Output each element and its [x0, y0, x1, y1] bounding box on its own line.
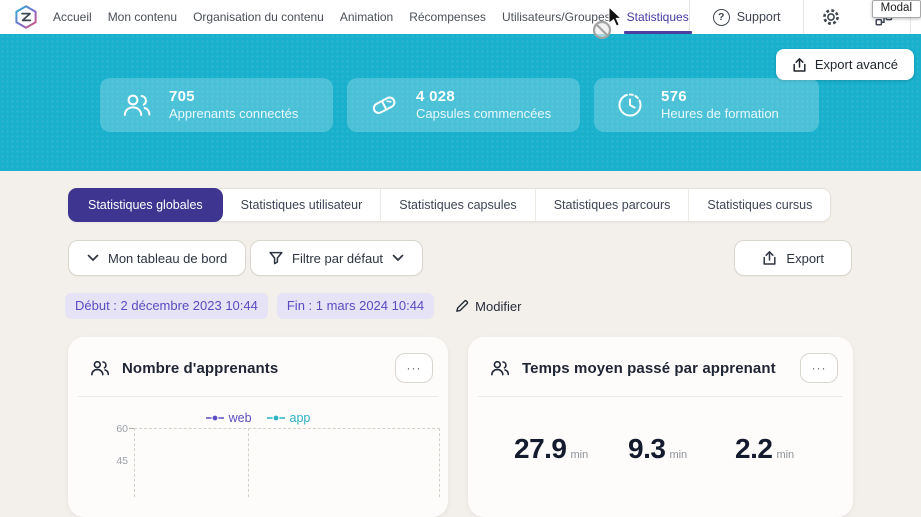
learners-chart-panel: Nombre d'apprenants ··· web a [68, 337, 448, 517]
filter-dropdown-button[interactable]: Filtre par défaut [250, 240, 423, 276]
modify-label: Modifier [475, 299, 521, 314]
divider [478, 396, 843, 397]
nav-item-organisation-du-contenu[interactable]: Organisation du contenu [193, 0, 324, 34]
export-advanced-button[interactable]: Export avancé [776, 49, 914, 80]
date-start-chip: Début : 2 décembre 2023 10:44 [65, 293, 268, 319]
stat-value: 9.3 [628, 433, 665, 465]
settings-button[interactable] [804, 7, 858, 27]
nav-item-label: Statistiques [627, 10, 689, 24]
gridline-vertical [439, 428, 440, 497]
learners-chart: web app 60 45 [68, 397, 448, 497]
kpi-value: 705 [169, 88, 298, 107]
stat-unit: min [571, 449, 589, 461]
kpi-text: 4 028 Capsules commencées [416, 88, 551, 123]
gridline-vertical [248, 428, 249, 497]
avg-time-stat: 9.3 min [628, 433, 687, 465]
dashboard-dropdown-label: Mon tableau de bord [108, 251, 227, 266]
kpi-learners-connected: 705 Apprenants connectés [100, 78, 333, 132]
kpi-training-hours: 576 Heures de formation [594, 78, 819, 132]
chevron-down-icon [87, 254, 99, 262]
panel-title: Nombre d'apprenants [122, 360, 278, 377]
top-navigation: Accueil Mon contenu Organisation du cont… [0, 0, 921, 34]
y-axis-tick-45: 45 [106, 455, 128, 467]
filter-dropdown-label: Filtre par défaut [292, 251, 383, 266]
gear-icon [821, 7, 841, 27]
tab-statistiques-parcours[interactable]: Statistiques parcours [535, 189, 689, 221]
kpi-text: 705 Apprenants connectés [169, 88, 298, 123]
kpi-row: 705 Apprenants connectés 4 028 Capsules … [100, 78, 819, 132]
app-logo[interactable] [13, 4, 39, 30]
panel-header: Temps moyen passé par apprenant ··· [468, 337, 853, 383]
modify-dates-button[interactable]: Modifier [455, 299, 521, 314]
nav-item-mon-contenu[interactable]: Mon contenu [108, 0, 177, 34]
avg-time-stat: 2.2 min [735, 433, 794, 465]
filter-icon [269, 251, 283, 265]
avg-time-values: 27.9 min 9.3 min 2.2 min [468, 433, 853, 493]
users-icon [88, 358, 112, 378]
gridline-horizontal [134, 428, 440, 429]
modal-tooltip: Modal [872, 0, 921, 18]
tab-statistiques-capsules[interactable]: Statistiques capsules [380, 189, 534, 221]
legend-item-app[interactable]: app [267, 411, 311, 425]
export-button[interactable]: Export [734, 240, 852, 276]
avg-time-panel: Temps moyen passé par apprenant ··· 27.9… [468, 337, 853, 517]
legend-label: web [229, 411, 252, 425]
tab-statistiques-utilisateur[interactable]: Statistiques utilisateur [223, 189, 381, 221]
kpi-value: 4 028 [416, 88, 551, 107]
legend-label: app [290, 411, 311, 425]
export-label: Export [786, 251, 824, 266]
clock-icon [615, 90, 645, 120]
nav-item-accueil[interactable]: Accueil [53, 0, 92, 34]
more-options-button[interactable]: ··· [800, 353, 838, 383]
share-icon [762, 250, 777, 266]
active-nav-indicator [624, 31, 692, 34]
statistics-tabbar: Statistiques globales Statistiques utili… [68, 188, 831, 222]
kpi-text: 576 Heures de formation [661, 88, 779, 123]
dashboard-dropdown-button[interactable]: Mon tableau de bord [68, 240, 246, 276]
nav-item-statistiques[interactable]: Statistiques [627, 0, 689, 34]
y-axis-tick-60: 60 [106, 423, 128, 435]
avg-time-stat: 27.9 min [514, 433, 588, 465]
tab-statistiques-cursus[interactable]: Statistiques cursus [688, 189, 830, 221]
kpi-capsules-started: 4 028 Capsules commencées [347, 78, 580, 132]
main-content: Statistiques globales Statistiques utili… [0, 171, 921, 461]
nav-item-recompenses[interactable]: Récompenses [409, 0, 486, 34]
stat-unit: min [776, 449, 794, 461]
y-axis-line [134, 428, 135, 497]
nav-item-animation[interactable]: Animation [340, 0, 393, 34]
panel-title: Temps moyen passé par apprenant [522, 360, 776, 377]
capsule-icon [368, 90, 400, 120]
tab-statistiques-globales[interactable]: Statistiques globales [68, 188, 223, 222]
stat-value: 27.9 [514, 433, 567, 465]
share-icon [792, 57, 807, 73]
legend-item-web[interactable]: web [206, 411, 252, 425]
support-button[interactable]: ? Support [690, 9, 804, 26]
stat-unit: min [669, 449, 687, 461]
users-icon [488, 358, 512, 378]
kpi-label: Apprenants connectés [169, 106, 298, 122]
kpi-label: Heures de formation [661, 106, 779, 122]
export-advanced-label: Export avancé [815, 57, 898, 72]
help-icon: ? [713, 9, 730, 26]
users-icon [121, 90, 153, 120]
support-label: Support [737, 10, 781, 24]
date-filter-row: Début : 2 décembre 2023 10:44 Fin : 1 ma… [65, 293, 521, 319]
chevron-down-icon [392, 254, 404, 262]
stat-value: 2.2 [735, 433, 772, 465]
kpi-value: 576 [661, 88, 779, 107]
more-options-button[interactable]: ··· [395, 353, 433, 383]
pencil-icon [455, 299, 469, 313]
kpi-label: Capsules commencées [416, 106, 551, 122]
nav-items: Accueil Mon contenu Organisation du cont… [53, 0, 689, 34]
date-end-chip: Fin : 1 mars 2024 10:44 [277, 293, 434, 319]
nav-item-utilisateurs-groupes[interactable]: Utilisateurs/Groupes [502, 0, 611, 34]
panel-header: Nombre d'apprenants ··· [68, 337, 448, 383]
stats-banner: Export avancé 705 Apprenants connectés [0, 34, 921, 171]
